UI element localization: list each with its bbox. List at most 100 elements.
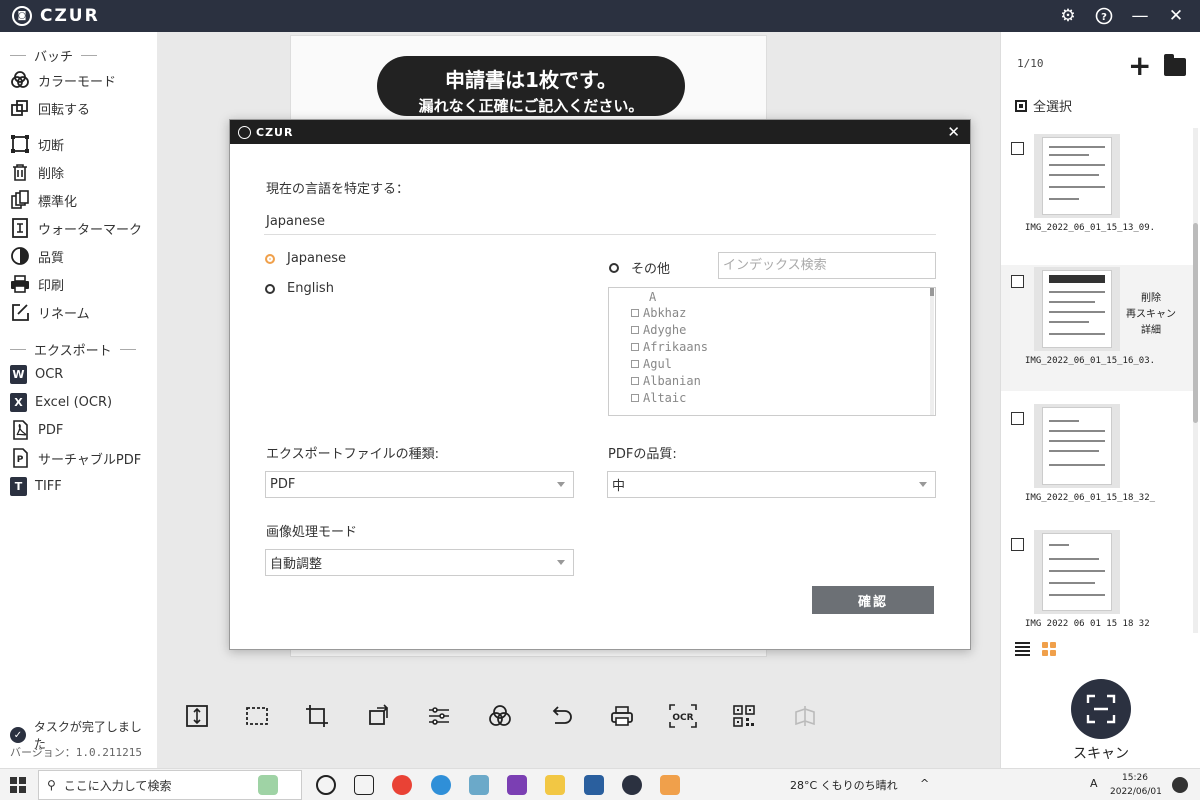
czur-logo-icon: ◙	[12, 6, 32, 26]
thumbnail-image[interactable]	[1034, 404, 1120, 488]
language-option[interactable]: Altaic	[631, 391, 686, 405]
print-tool-icon[interactable]	[608, 702, 636, 730]
ime-indicator[interactable]: A	[1090, 777, 1098, 790]
task-view-icon[interactable]	[316, 775, 336, 795]
add-icon[interactable]: +	[1128, 52, 1151, 80]
close-icon[interactable]: ✕	[1166, 6, 1186, 26]
thumbnail-item[interactable]: IMG_2022_06_01_15_13_09.	[1001, 132, 1193, 258]
radio-dot[interactable]	[265, 283, 275, 294]
radio-dot[interactable]	[609, 262, 619, 273]
active-app-icon[interactable]	[660, 775, 680, 795]
scan-button[interactable]	[1071, 679, 1131, 739]
radio-selected-dot[interactable]	[265, 253, 275, 264]
list-view-icon[interactable]	[1015, 642, 1030, 656]
system-clock[interactable]: 15:26 2022/06/01	[1110, 771, 1162, 799]
qr-code-icon[interactable]	[730, 702, 758, 730]
radio-english[interactable]: English	[265, 281, 334, 296]
app-icon[interactable]	[469, 775, 489, 795]
export-item-excel[interactable]: X Excel (OCR)	[0, 388, 157, 416]
sidebar-item-standardize[interactable]: 標準化	[0, 186, 157, 214]
minimize-icon[interactable]: —	[1130, 6, 1150, 26]
adjust-sliders-icon[interactable]	[425, 702, 453, 730]
select-all-checkbox[interactable]: 全選択	[1015, 96, 1072, 115]
image-mode-label: 画像処理モード	[266, 525, 358, 540]
sidebar-item-print[interactable]: 印刷	[0, 270, 157, 298]
sidebar-item-watermark[interactable]: ウォーターマーク	[0, 214, 157, 242]
ocr-tool-icon[interactable]: OCR	[669, 702, 697, 730]
select-area-icon[interactable]	[243, 702, 271, 730]
thumbnail-item-active[interactable]: 削除 再スキャン 詳細 IMG_2022_06_01_15_16_03.	[1001, 265, 1193, 391]
language-option[interactable]: Adyghe	[631, 323, 686, 337]
export-item-tiff[interactable]: T TIFF	[0, 472, 157, 500]
export-settings-dialog: CZUR ✕ 現在の言語を特定する： Japanese Japanese Eng…	[229, 119, 971, 650]
thumbnail-checkbox[interactable]	[1011, 142, 1024, 155]
image-mode-select[interactable]: 自動調整	[265, 549, 574, 576]
radio-other[interactable]: その他	[609, 258, 670, 277]
sidebar-item-crop[interactable]: 切断	[0, 130, 157, 158]
page-count: 1/10	[1017, 57, 1044, 70]
language-option[interactable]: Agul	[631, 357, 672, 371]
czur-taskbar-icon[interactable]	[622, 775, 642, 795]
dialog-close-icon[interactable]: ✕	[947, 123, 960, 141]
export-item-ocr[interactable]: W OCR	[0, 360, 157, 388]
help-icon[interactable]: ?	[1094, 6, 1114, 26]
thumbnail-checkbox[interactable]	[1011, 538, 1024, 551]
thumbnail-image[interactable]	[1034, 134, 1120, 218]
language-list[interactable]: A Abkhaz Adyghe Afrikaans Agul Albanian …	[608, 287, 936, 416]
language-list-scrollbar[interactable]	[930, 288, 934, 415]
onenote-icon[interactable]	[507, 775, 527, 795]
language-option[interactable]: Albanian	[631, 374, 701, 388]
details-link[interactable]: 詳細	[1123, 323, 1179, 339]
delete-link[interactable]: 削除	[1123, 291, 1179, 307]
standardize-icon	[10, 190, 30, 210]
chrome-icon[interactable]	[392, 775, 412, 795]
select-all-box[interactable]	[1015, 99, 1027, 112]
search-icon: ⚲	[47, 778, 56, 792]
multitask-icon[interactable]	[354, 775, 374, 795]
weather-text[interactable]: 28°C くもりのち晴れ	[790, 777, 898, 793]
settings-gear-icon[interactable]: ⚙	[1058, 6, 1078, 26]
sidebar-item-color-mode[interactable]: カラーモード	[0, 66, 157, 94]
sidebar-item-delete[interactable]: 削除	[0, 158, 157, 186]
language-search-input[interactable]	[718, 252, 936, 279]
grid-view-icon[interactable]	[1042, 642, 1056, 656]
weather-widget-icon[interactable]	[258, 775, 278, 795]
undo-icon[interactable]	[547, 702, 575, 730]
thumbnail-checkbox[interactable]	[1011, 412, 1024, 425]
confirm-button[interactable]: 確認	[812, 586, 934, 614]
sidebar-item-rename[interactable]: リネーム	[0, 298, 157, 326]
radio-japanese[interactable]: Japanese	[265, 251, 346, 266]
folder-icon[interactable]	[1164, 54, 1186, 76]
export-item-searchable-pdf[interactable]: P サーチャブルPDF	[0, 444, 157, 472]
thumbnail-item[interactable]: IMG_2022_06_01_15_18_32_	[1001, 402, 1193, 528]
left-sidebar: バッチ カラーモード 回転する 切断 削除 標準化 ウォーターマーク 品質 印刷…	[0, 32, 157, 768]
rotate-tool-icon[interactable]	[365, 702, 393, 730]
language-option[interactable]: Afrikaans	[631, 340, 708, 354]
language-option[interactable]: Abkhaz	[631, 306, 686, 320]
windows-start-icon[interactable]	[10, 777, 26, 793]
export-type-select[interactable]: PDF	[265, 471, 574, 498]
bottom-toolbar: OCR	[157, 692, 1000, 738]
pdf-quality-select[interactable]: 中	[607, 471, 936, 498]
sidebar-item-rotate[interactable]: 回転する	[0, 94, 157, 122]
export-item-pdf[interactable]: PDF	[0, 416, 157, 444]
thumbnail-item[interactable]: IMG 2022 06 01 15 18 32	[1001, 528, 1193, 632]
version-label: バージョン：1.0.211215	[10, 746, 143, 759]
app-title: CZUR	[40, 6, 100, 26]
tray-chevron-icon[interactable]: ^	[920, 777, 929, 790]
notification-icon[interactable]	[1172, 777, 1188, 793]
thumbnail-checkbox[interactable]	[1011, 275, 1024, 288]
rescan-link[interactable]: 再スキャン	[1123, 307, 1179, 323]
thumbnail-image[interactable]	[1034, 267, 1120, 351]
book-split-icon[interactable]	[791, 702, 819, 730]
thumbnail-image[interactable]	[1034, 530, 1120, 614]
fit-height-icon[interactable]	[183, 702, 211, 730]
sidebar-item-quality[interactable]: 品質	[0, 242, 157, 270]
crop-tool-icon[interactable]	[303, 702, 331, 730]
color-tool-icon[interactable]	[486, 702, 514, 730]
thumbnail-scrollbar[interactable]	[1193, 128, 1198, 633]
photos-icon[interactable]	[584, 775, 604, 795]
file-explorer-icon[interactable]	[545, 775, 565, 795]
word-icon: W	[10, 364, 27, 384]
edge-icon[interactable]	[431, 775, 451, 795]
